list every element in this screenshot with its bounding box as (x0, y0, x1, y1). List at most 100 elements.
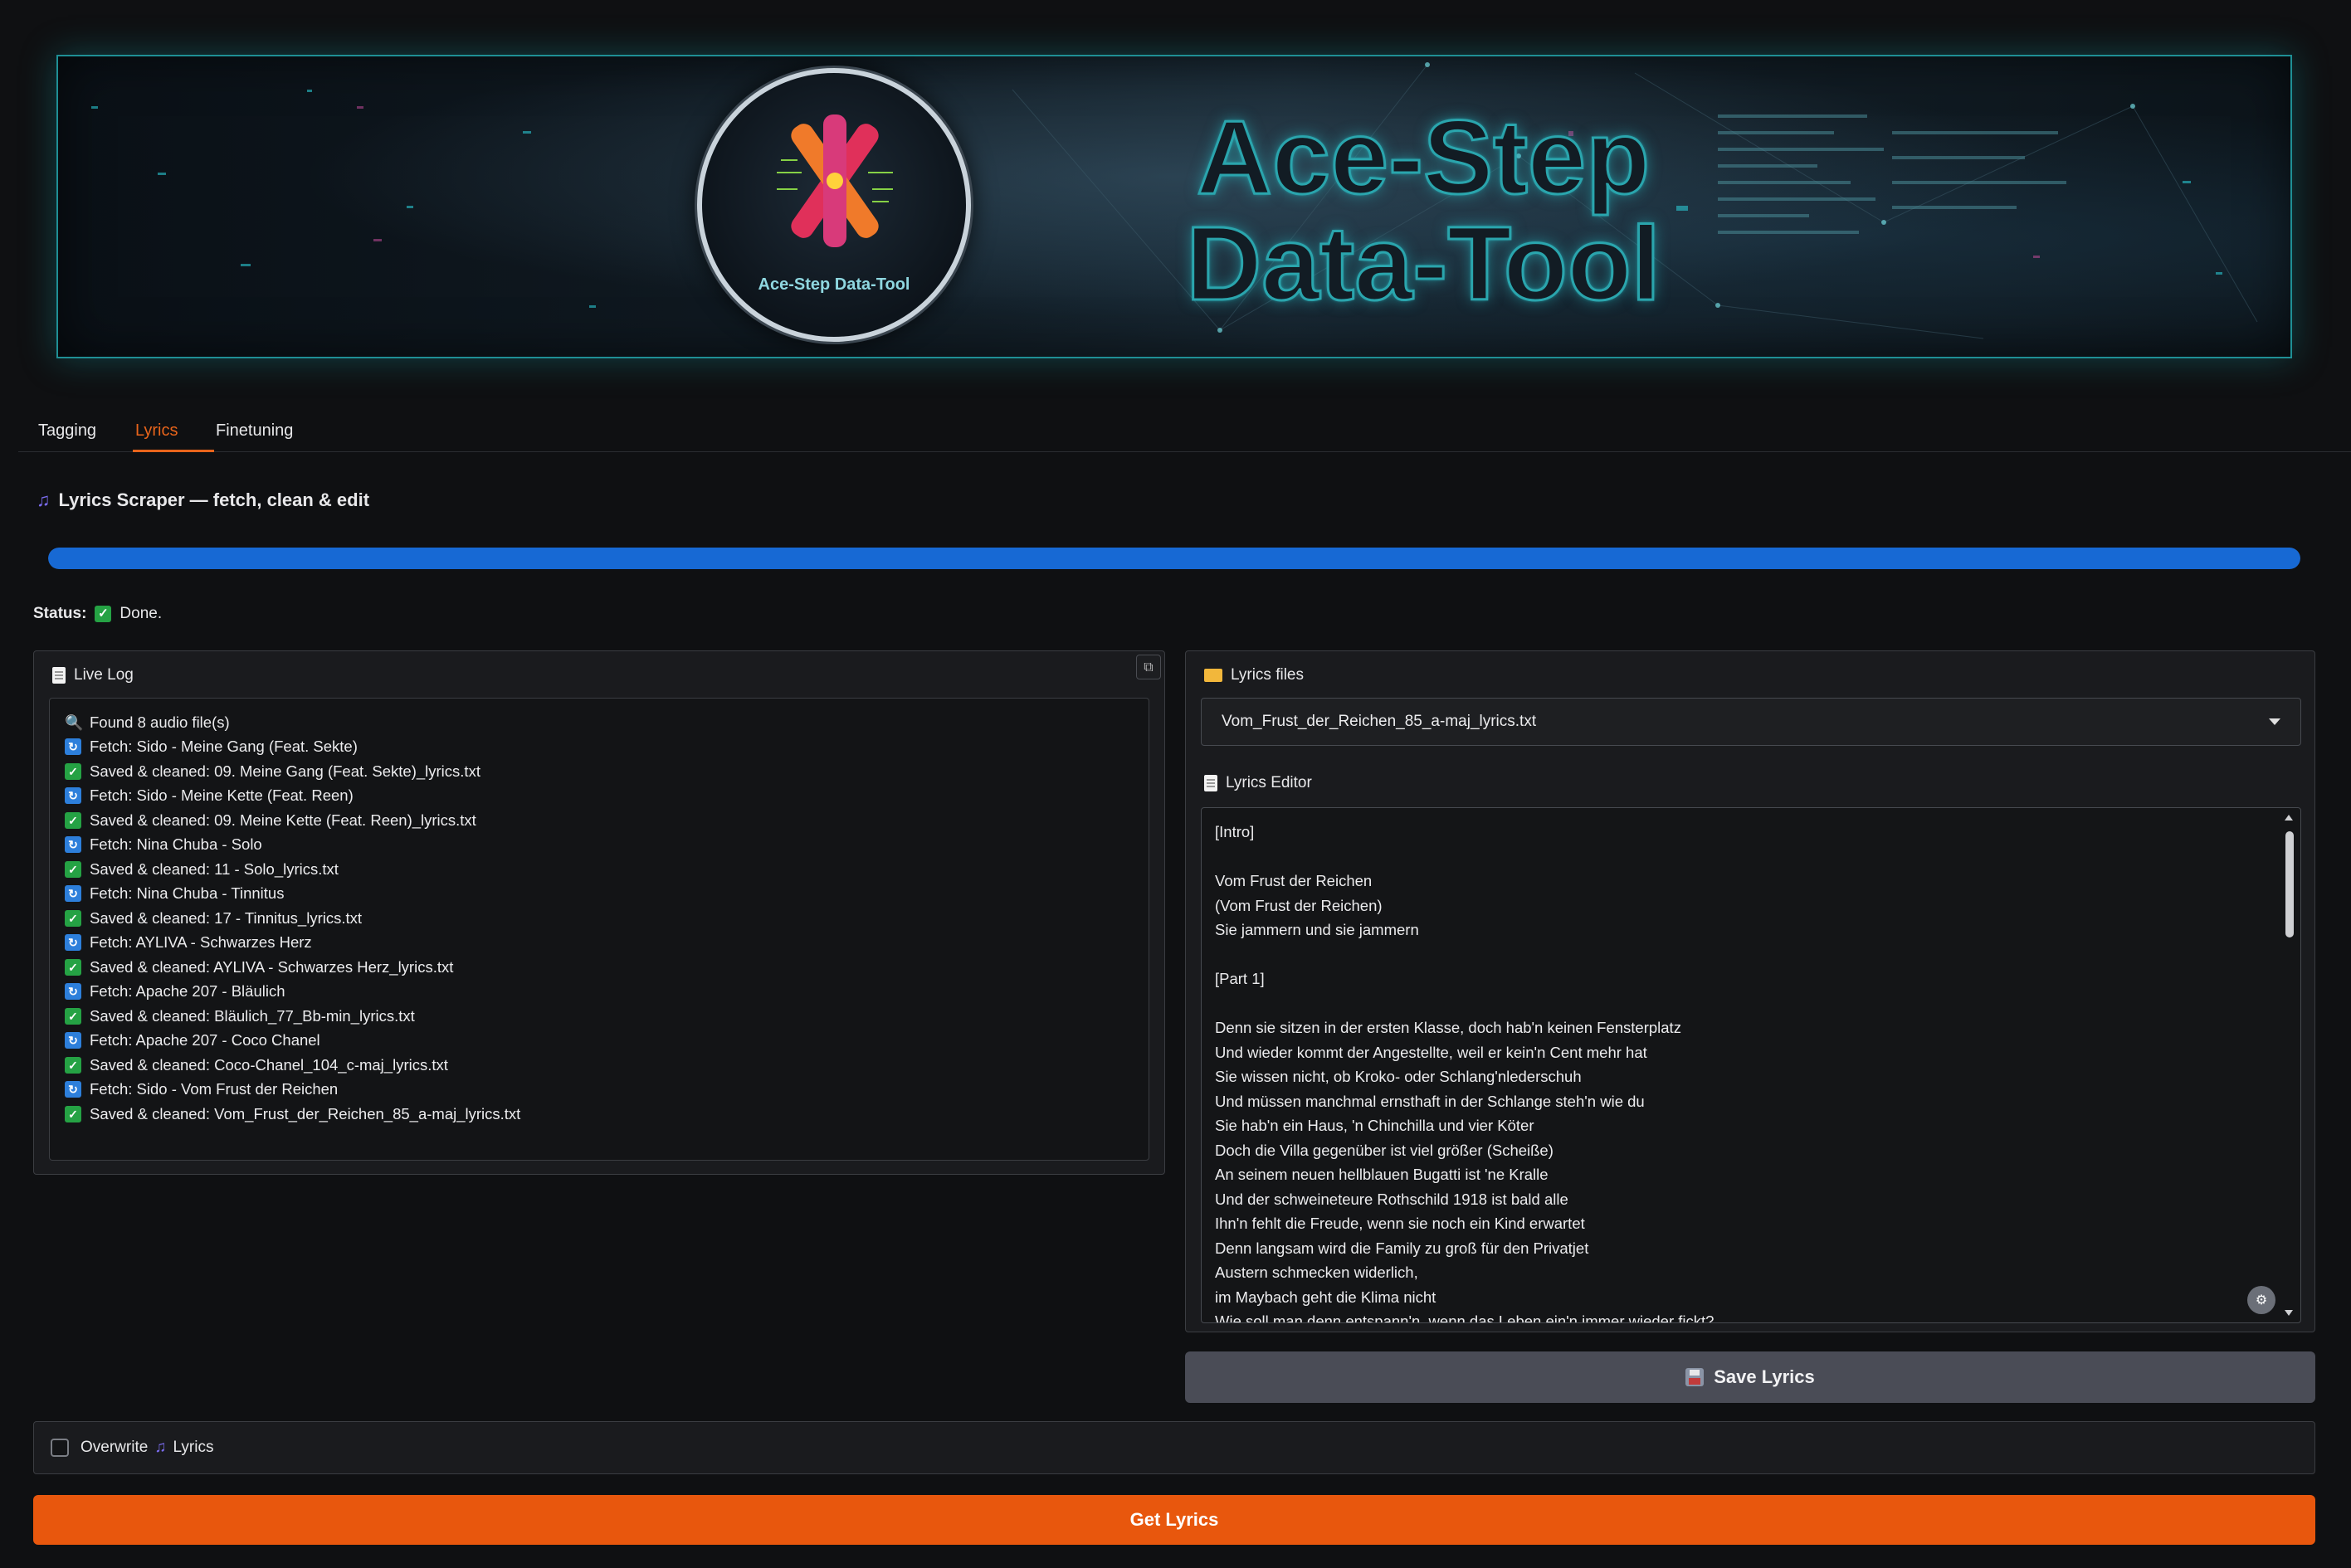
editor-line: Vom Frust der Reichen (1215, 872, 1373, 889)
tab-lyrics[interactable]: Lyrics (135, 421, 178, 441)
overwrite-option: Overwrite ♫ Lyrics (33, 1421, 2315, 1474)
log-line-text: Saved & cleaned: 09. Meine Kette (Feat. … (90, 811, 476, 829)
log-line: ↻ Fetch: Sido - Meine Gang (Feat. Sekte) (65, 735, 1134, 760)
music-note-icon: ♫ (154, 1439, 167, 1456)
log-line: 🔍 Found 8 audio file(s) (65, 710, 1134, 735)
editor-line: Austern schmecken widerlich, (1215, 1264, 1418, 1281)
save-lyrics-button[interactable]: Save Lyrics (1185, 1351, 2315, 1403)
editor-line: Doch die Villa gegenüber ist viel größer… (1215, 1141, 1554, 1159)
editor-content: [Intro] Vom Frust der Reichen (Vom Frust … (1215, 820, 2287, 1323)
log-line-text: Saved & cleaned: AYLIVA - Schwarzes Herz… (90, 957, 454, 976)
app-logo: Ace-Step Data-Tool (697, 68, 971, 342)
log-line-text: Found 8 audio file(s) (90, 713, 230, 731)
refresh-icon: ↻ (65, 836, 81, 854)
status-label: Status: (33, 605, 87, 622)
log-line-text: Fetch: Sido - Vom Frust der Reichen (90, 1080, 339, 1098)
log-line-text: Saved & cleaned: Vom_Frust_der_Reichen_8… (90, 1104, 521, 1122)
log-line: ↻ Fetch: Sido - Vom Frust der Reichen (65, 1078, 1134, 1103)
get-lyrics-label: Get Lyrics (1129, 1509, 1219, 1530)
check-icon: ✓ (65, 1056, 81, 1074)
refresh-icon: ↻ (65, 983, 81, 1001)
editor-line: Sie wissen nicht, ob Kroko- oder Schlang… (1215, 1068, 1582, 1085)
check-icon: ✓ (65, 860, 81, 878)
get-lyrics-button[interactable]: Get Lyrics (33, 1495, 2315, 1545)
log-line: ✓ Saved & cleaned: Bläulich_77_Bb-min_lyr… (65, 1004, 1134, 1029)
log-line-text: Fetch: AYLIVA - Schwarzes Herz (90, 933, 312, 952)
log-line-text: Saved & cleaned: 11 - Solo_lyrics.txt (90, 859, 339, 878)
log-line-text: Saved & cleaned: Coco-Chanel_104_c-maj_l… (90, 1055, 448, 1074)
overwrite-checkbox[interactable] (51, 1439, 69, 1457)
memo-icon (52, 667, 66, 684)
assistant-icon[interactable]: ⚙ (2247, 1286, 2275, 1314)
active-tab-indicator (133, 450, 214, 452)
live-log-label-text: Live Log (74, 666, 134, 684)
editor-line: Und wieder kommt der Angestellte, weil e… (1215, 1043, 1647, 1061)
status-line: Status: ✓ Done. (33, 605, 162, 623)
live-log-output[interactable]: 🔍 Found 8 audio file(s) ↻ Fetch: Sido - Mei… (49, 698, 1149, 1161)
scrollbar-thumb[interactable] (2285, 831, 2294, 937)
check-icon: ✓ (65, 958, 81, 976)
log-line: ↻ Fetch: Nina Chuba - Tinnitus (65, 882, 1134, 907)
tab-finetuning[interactable]: Finetuning (216, 421, 293, 441)
banner-title-line2: Data-Tool (1185, 205, 1662, 322)
check-icon: ✓ (95, 606, 112, 622)
log-line: ↻ Fetch: Apache 207 - Bläulich (65, 980, 1134, 1005)
log-line: ↻ Fetch: Sido - Meine Kette (Feat. Reen) (65, 784, 1134, 809)
editor-line: An seinem neuen hellblauen Bugatti ist '… (1215, 1166, 1549, 1183)
scroll-down-icon[interactable] (2285, 1310, 2293, 1316)
lyrics-file-dropdown[interactable]: Vom_Frust_der_Reichen_85_a-maj_lyrics.tx… (1201, 698, 2301, 746)
selected-file: Vom_Frust_der_Reichen_85_a-maj_lyrics.tx… (1222, 713, 1537, 730)
scroll-up-icon[interactable] (2285, 815, 2293, 821)
live-log-label: Live Log (52, 666, 134, 684)
refresh-icon: ↻ (65, 934, 81, 952)
editor-line: Und müssen manchmal ernsthaft in der Sch… (1215, 1092, 1645, 1110)
editor-line: Denn sie sitzen in der ersten Klasse, do… (1215, 1019, 1681, 1036)
log-line-text: Fetch: Apache 207 - Bläulich (90, 982, 285, 1001)
logo-caption: Ace-Step Data-Tool (758, 275, 910, 294)
log-line: ↻ Fetch: Nina Chuba - Solo (65, 833, 1134, 858)
log-line: ✓ Saved & cleaned: 09. Meine Kette (Feat.… (65, 808, 1134, 833)
log-line: ✓ Saved & cleaned: 17 - Tinnitus_lyrics.t… (65, 906, 1134, 931)
editor-line: Wie soll man denn entspann'n, wenn das L… (1215, 1312, 1714, 1323)
live-log-panel: Live Log ⧉ 🔍 Found 8 audio file(s) ↻ Fetch:… (33, 650, 1165, 1175)
log-line: ✓ Saved & cleaned: 09. Meine Gang (Feat. … (65, 759, 1134, 784)
refresh-icon: ↻ (65, 1032, 81, 1049)
log-line: ✓ Saved & cleaned: AYLIVA - Schwarzes Her… (65, 955, 1134, 980)
lyrics-panel: Lyrics files Vom_Frust_der_Reichen_85_a-… (1185, 650, 2315, 1332)
log-line: ↻ Fetch: AYLIVA - Schwarzes Herz (65, 931, 1134, 956)
progress-fill (48, 548, 2300, 569)
check-icon: ✓ (65, 1007, 81, 1025)
log-line: ✓ Saved & cleaned: Coco-Chanel_104_c-maj_… (65, 1053, 1134, 1078)
log-line-text: Saved & cleaned: Bläulich_77_Bb-min_lyri… (90, 1006, 415, 1025)
editor-line: [Part 1] (1215, 970, 1265, 987)
memo-icon (1204, 775, 1217, 791)
check-icon: ✓ (65, 909, 81, 927)
editor-line: Sie jammern und sie jammern (1215, 921, 1419, 938)
log-line-text: Fetch: Nina Chuba - Tinnitus (90, 884, 285, 903)
banner-title: Ace-Step Data-Tool (1108, 99, 1739, 322)
editor-line: Und der schweineteure Rothschild 1918 is… (1215, 1190, 1568, 1208)
log-line-text: Saved & cleaned: 17 - Tinnitus_lyrics.tx… (90, 908, 363, 927)
log-line-text: Fetch: Apache 207 - Coco Chanel (90, 1031, 320, 1049)
chevron-down-icon (2269, 718, 2280, 725)
search-icon: 🔍 (65, 713, 84, 731)
tab-bar: Tagging Lyrics Finetuning (18, 410, 2351, 452)
editor-line: Ihn'n fehlt die Freude, wenn sie noch ei… (1215, 1215, 1585, 1232)
check-icon: ✓ (65, 811, 81, 829)
lyrics-editor-label: Lyrics Editor (1204, 774, 1312, 792)
lyrics-files-label: Lyrics files (1204, 666, 1304, 684)
refresh-icon: ↻ (65, 787, 81, 805)
banner-title-line1: Ace-Step (1195, 99, 1651, 216)
check-icon: ✓ (65, 762, 81, 780)
lyrics-editor-textarea[interactable]: [Intro] Vom Frust der Reichen (Vom Frust … (1201, 807, 2301, 1323)
log-line-text: Fetch: Sido - Meine Kette (Feat. Reen) (90, 786, 354, 805)
tab-tagging[interactable]: Tagging (38, 421, 96, 441)
overwrite-label[interactable]: Overwrite (80, 1439, 148, 1457)
log-line: ✓ Saved & cleaned: 11 - Solo_lyrics.txt (65, 857, 1134, 882)
overwrite-label-suffix[interactable]: Lyrics (173, 1439, 214, 1457)
copy-icon[interactable]: ⧉ (1136, 655, 1161, 679)
editor-line: Sie hab'n ein Haus, 'n Chinchilla und vi… (1215, 1117, 1534, 1134)
